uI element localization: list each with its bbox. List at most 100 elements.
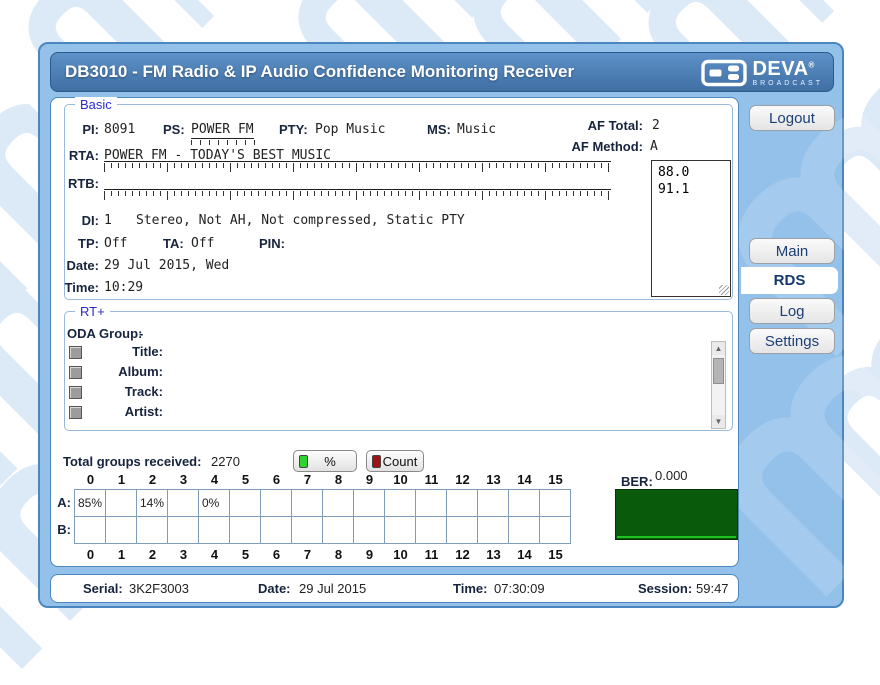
rtb-label: RTB: [51, 176, 99, 191]
group-cell [323, 517, 354, 543]
ms-label: MS: [427, 122, 451, 137]
rtplus-scrollbar[interactable]: ▲ ▼ [711, 341, 726, 429]
rtplus-fields: Title: Album:Track:Artist: [51, 344, 691, 424]
rtb-line [104, 174, 611, 190]
row-b-label: B: [51, 522, 71, 537]
rtplus-field-row: Track: [51, 384, 691, 404]
group-cell [261, 490, 292, 516]
scrollbar-thumb[interactable] [713, 358, 724, 384]
group-col-header: 11 [416, 472, 447, 487]
di-value: 1 [104, 213, 112, 228]
group-col-header: 4 [199, 472, 230, 487]
count-button[interactable]: Count [366, 450, 424, 472]
group-col-header: 1 [106, 547, 137, 562]
group-col-header: 0 [75, 547, 106, 562]
rtplus-field-row: Album: [51, 364, 691, 384]
date-value: 29 Jul 2015, Wed [104, 258, 229, 273]
group-cell [385, 517, 416, 543]
group-row-a: 85%14%0% [75, 490, 571, 517]
group-col-header: 2 [137, 547, 168, 562]
scroll-up-icon[interactable]: ▲ [712, 342, 725, 355]
group-col-header: 6 [261, 472, 292, 487]
percent-button[interactable]: % [293, 450, 357, 472]
group-cell: 0% [199, 490, 230, 516]
red-led-icon [372, 455, 381, 468]
group-col-header: 3 [168, 547, 199, 562]
group-col-header: 13 [478, 547, 509, 562]
pty-value: Pop Music [315, 122, 385, 137]
group-col-header: 14 [509, 472, 540, 487]
logo-subtitle: BROADCAST [752, 80, 823, 87]
group-col-header: 12 [447, 547, 478, 562]
group-cell [75, 517, 106, 543]
group-col-header: 5 [230, 547, 261, 562]
pi-value: 8091 [104, 122, 135, 137]
time-value: 10:29 [104, 280, 143, 295]
group-cell [323, 490, 354, 516]
total-groups-value: 2270 [211, 454, 240, 469]
group-col-header: 8 [323, 472, 354, 487]
ps-label: PS: [163, 122, 185, 137]
db-logo-icon [701, 59, 747, 87]
group-cell [137, 517, 168, 543]
group-cell: 14% [137, 490, 168, 516]
group-cell [478, 517, 509, 543]
deva-logo: DEVA® BROADCAST [701, 59, 823, 87]
total-groups-label: Total groups received: [63, 454, 201, 469]
logo-brand: DEVA [752, 58, 808, 80]
group-cell [106, 517, 137, 543]
rtplus-field-row: Artist: [51, 404, 691, 424]
group-cell [106, 490, 137, 516]
logout-button[interactable]: Logout [749, 105, 835, 131]
group-col-header: 6 [261, 547, 292, 562]
group-cell [168, 490, 199, 516]
scroll-down-icon[interactable]: ▼ [712, 415, 725, 428]
group-col-header: 10 [385, 472, 416, 487]
group-col-header: 14 [509, 547, 540, 562]
group-col-header: 5 [230, 472, 261, 487]
status-bar: Serial: 3K2F3003 Date: 29 Jul 2015 Time:… [50, 574, 739, 603]
af-list[interactable]: 88.0 91.1 [651, 160, 731, 297]
footer-time-label: Time: [453, 581, 487, 596]
count-button-label: Count [381, 454, 423, 469]
page-title: DB3010 - FM Radio & IP Audio Confidence … [51, 62, 574, 82]
tab-log[interactable]: Log [749, 298, 835, 324]
group-col-header: 10 [385, 547, 416, 562]
af-total-value: 2 [652, 118, 660, 133]
tab-settings[interactable]: Settings [749, 328, 835, 354]
group-col-header: 12 [447, 472, 478, 487]
rtplus-field-row: Title: [51, 344, 691, 364]
group-grid-header-top: 0123456789101112131415 [75, 472, 571, 487]
group-cell [447, 517, 478, 543]
tab-main[interactable]: Main [749, 238, 835, 264]
group-col-header: 4 [199, 547, 230, 562]
serial-label: Serial: [83, 581, 123, 596]
group-col-header: 9 [354, 547, 385, 562]
tab-rds-active[interactable]: RDS [741, 267, 838, 294]
date-label: Date: [51, 258, 99, 273]
ps-ruler [191, 140, 257, 145]
rtplus-legend: RT+ [75, 304, 110, 319]
group-cell [416, 517, 447, 543]
ta-value: Off [191, 236, 214, 251]
rtplus-field-label: Artist: [81, 404, 163, 419]
logo-text: DEVA® BROADCAST [752, 59, 823, 87]
rtplus-field-label: Title: [81, 344, 163, 359]
di-description: Stereo, Not AH, Not compressed, Static P… [136, 213, 465, 228]
title-bar: DB3010 - FM Radio & IP Audio Confidence … [50, 52, 834, 92]
footer-date-label: Date: [258, 581, 291, 596]
group-cell [509, 517, 540, 543]
row-a-label: A: [51, 495, 71, 510]
group-cell [168, 517, 199, 543]
group-col-header: 13 [478, 472, 509, 487]
time-label: Time: [51, 280, 99, 295]
rta-ruler [104, 163, 611, 172]
ber-value: 0.000 [655, 468, 688, 483]
ps-value: POWER FM [191, 122, 254, 139]
green-led-icon [299, 455, 308, 468]
pi-label: PI: [51, 122, 99, 137]
pin-label: PIN: [259, 236, 285, 251]
app-panel: DB3010 - FM Radio & IP Audio Confidence … [38, 42, 844, 608]
group-cell [292, 517, 323, 543]
group-grid: 85%14%0% [74, 489, 571, 544]
